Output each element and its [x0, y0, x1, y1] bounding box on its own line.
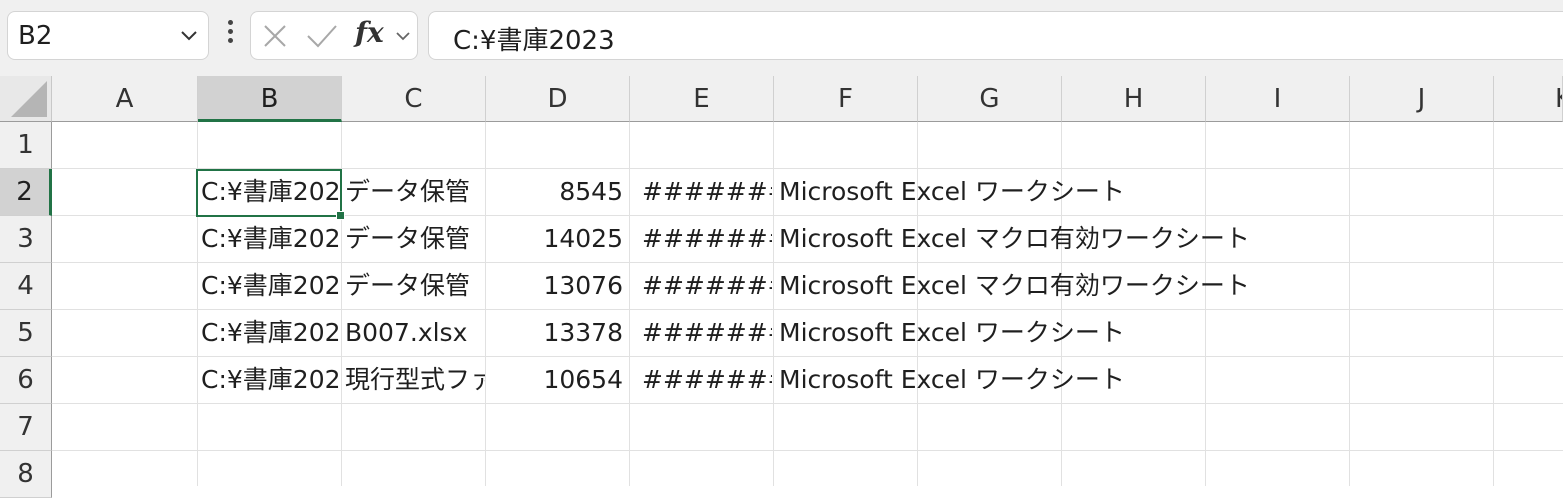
chevron-down-icon[interactable]: [394, 27, 412, 45]
cell-f4[interactable]: Microsoft Excel マクロ有効ワークシート: [779, 263, 1479, 309]
row-header-6[interactable]: 6: [0, 357, 52, 404]
select-all-triangle-icon: [11, 81, 47, 117]
column-header-f[interactable]: F: [774, 76, 918, 122]
formula-value[interactable]: C:¥書庫2023: [453, 20, 615, 57]
cell-e5[interactable]: #######: [642, 310, 772, 356]
row-header-8[interactable]: 8: [0, 451, 52, 498]
cell-c2[interactable]: データ保管: [345, 169, 485, 215]
cell-e3[interactable]: #######: [642, 216, 772, 262]
cell-b5[interactable]: C:¥書庫2023: [201, 310, 341, 356]
column-header-g[interactable]: G: [918, 76, 1062, 122]
cell-b6[interactable]: C:¥書庫2023: [201, 357, 341, 403]
cell-e4[interactable]: #######: [642, 263, 772, 309]
column-header-e[interactable]: E: [630, 76, 774, 122]
column-header-k[interactable]: K: [1494, 76, 1563, 122]
row-header-3[interactable]: 3: [0, 216, 52, 263]
formula-controls: fx: [250, 11, 418, 60]
cancel-icon[interactable]: [261, 22, 289, 50]
cell-d5[interactable]: 13378: [489, 310, 623, 356]
name-box-value[interactable]: B2: [18, 21, 52, 51]
cell-c6[interactable]: 現行型式ファイル: [345, 357, 485, 403]
column-header-d[interactable]: D: [486, 76, 630, 122]
column-header-c[interactable]: C: [342, 76, 486, 122]
row-header-2[interactable]: 2: [0, 169, 52, 216]
cell-f5[interactable]: Microsoft Excel ワークシート: [779, 310, 1479, 356]
row-header-4[interactable]: 4: [0, 263, 52, 310]
name-box[interactable]: B2: [7, 11, 209, 60]
cell-c4[interactable]: データ保管: [345, 263, 485, 309]
column-header-k-label: K: [1555, 76, 1562, 121]
gridline: [52, 403, 1563, 404]
formula-input[interactable]: C:¥書庫2023: [428, 11, 1563, 60]
cell-d4[interactable]: 13076: [489, 263, 623, 309]
column-header-b[interactable]: B: [198, 76, 342, 122]
column-header-i[interactable]: I: [1206, 76, 1350, 122]
cell-f2[interactable]: Microsoft Excel ワークシート: [779, 169, 1479, 215]
enter-check-icon[interactable]: [305, 22, 339, 50]
row-header-7[interactable]: 7: [0, 404, 52, 451]
cell-f6[interactable]: Microsoft Excel ワークシート: [779, 357, 1479, 403]
cell-b3[interactable]: C:¥書庫2023: [201, 216, 341, 262]
chevron-down-icon[interactable]: [178, 24, 200, 46]
cell-e6[interactable]: #######: [642, 357, 772, 403]
gridline: [1493, 122, 1494, 486]
formula-bar-area: B2 fx C:¥書庫2023: [0, 0, 1563, 76]
fill-handle[interactable]: [336, 211, 345, 220]
gridline: [773, 122, 774, 486]
column-header-a[interactable]: A: [52, 76, 198, 122]
cell-c3[interactable]: データ保管: [345, 216, 485, 262]
gridline: [485, 122, 486, 486]
cells-area[interactable]: C:¥書庫2023 データ保管 8545 ####### Microsoft E…: [52, 122, 1563, 486]
insert-function-button[interactable]: fx: [355, 16, 384, 49]
cell-d3[interactable]: 14025: [489, 216, 623, 262]
select-all-button[interactable]: [0, 76, 52, 122]
cell-e2[interactable]: #######: [642, 169, 772, 215]
gridline: [629, 122, 630, 486]
more-options-icon[interactable]: [222, 20, 238, 52]
column-header-h[interactable]: H: [1062, 76, 1206, 122]
cell-f3[interactable]: Microsoft Excel マクロ有効ワークシート: [779, 216, 1479, 262]
worksheet-grid: A B C D E F G H I J K 1 2 3 4 5 6 7 8 C:…: [0, 76, 1563, 498]
row-header-1[interactable]: 1: [0, 122, 52, 169]
cell-d2[interactable]: 8545: [489, 169, 623, 215]
gridline: [52, 450, 1563, 451]
cell-d6[interactable]: 10654: [489, 357, 623, 403]
column-header-j[interactable]: J: [1350, 76, 1494, 122]
active-cell-outline: [196, 169, 345, 220]
row-header-5[interactable]: 5: [0, 310, 52, 357]
cell-b4[interactable]: C:¥書庫2023: [201, 263, 341, 309]
cell-c5[interactable]: B007.xlsx: [345, 310, 485, 356]
